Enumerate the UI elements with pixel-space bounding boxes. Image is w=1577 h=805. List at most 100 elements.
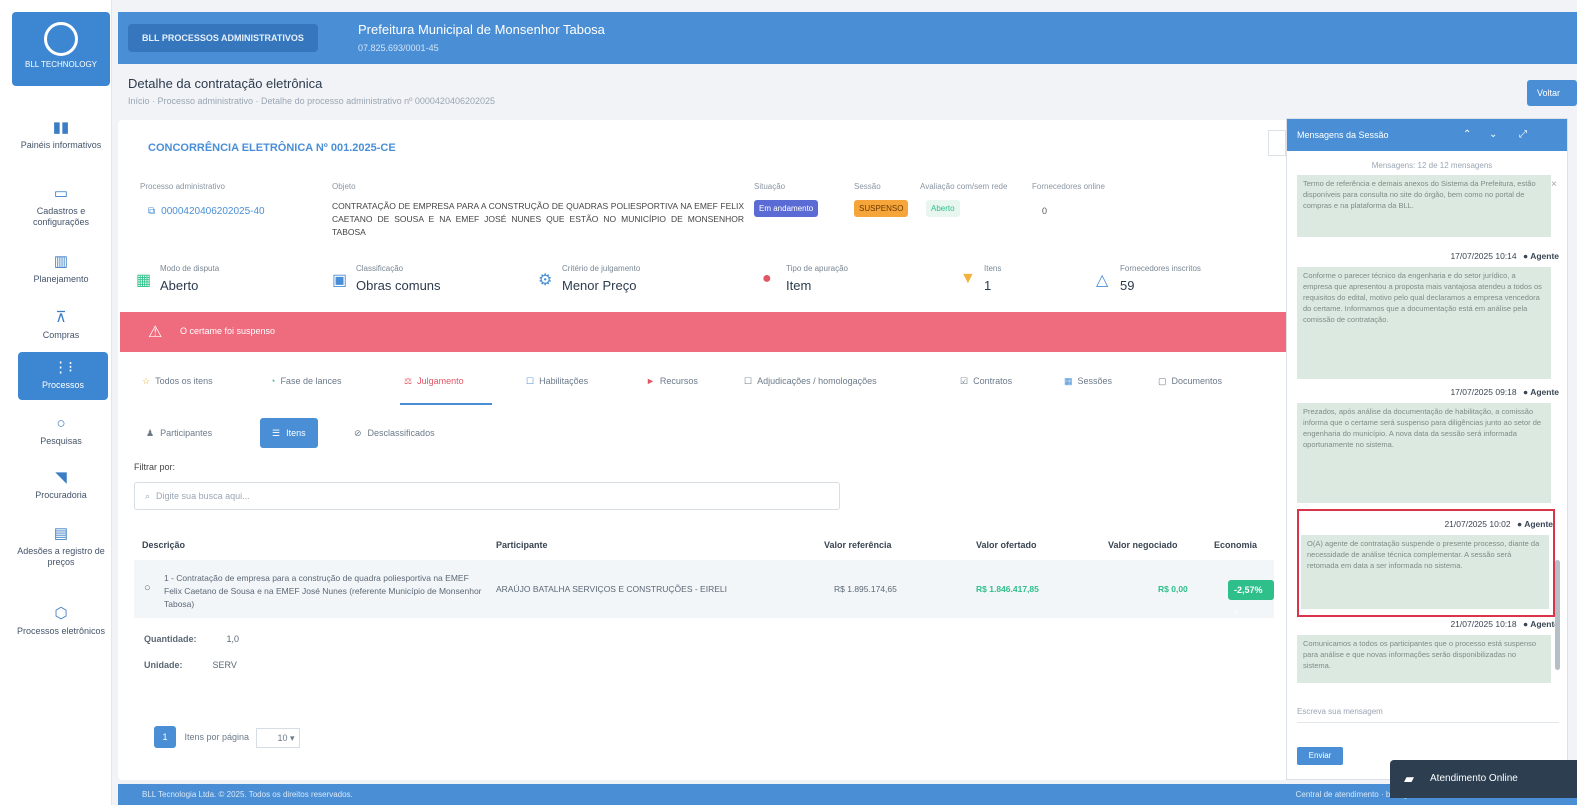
quantidade-label: Quantidade: <box>144 634 197 644</box>
chat-message-time: 17/07/2025 10:14 <box>1450 251 1517 261</box>
chat-message-input[interactable]: Escreva sua mensagem <box>1297 701 1559 723</box>
sidebar-item-processos[interactable]: ⋮⁝ Processos <box>18 352 108 400</box>
tab-label: Contratos <box>973 376 1013 386</box>
calendar-icon: ▦ <box>1064 376 1073 386</box>
process-link[interactable]: ⧉ 0000420406202025-40 <box>148 206 265 217</box>
ban-icon: ⊘ <box>354 428 362 438</box>
chat-message-author: ● Agente <box>1523 251 1559 261</box>
document-icon: ▤ <box>53 525 69 542</box>
building-icon: ▦ <box>136 272 152 289</box>
breadcrumb[interactable]: Início · Processo administrativo · Detal… <box>128 96 495 106</box>
tab-habilitacoes[interactable]: ☐ Habilitações <box>526 376 588 387</box>
subtab-participantes[interactable]: ♟ Participantes <box>146 418 212 448</box>
sidebar-item-label: Processos <box>41 379 85 390</box>
radio-icon[interactable]: ○ <box>144 582 151 594</box>
minimize-icon[interactable]: ⌃ <box>1463 119 1471 151</box>
filter-label: Filtrar por: <box>134 462 176 472</box>
flag-icon: ► <box>646 376 655 386</box>
sidebar-item-paineis[interactable]: ▮▮ Painéis informativos <box>14 118 108 151</box>
stat-label: Critério de julgamento <box>562 264 641 273</box>
subtab-desclassificados[interactable]: ⊘ Desclassificados <box>354 418 435 448</box>
stat-value: Menor Preço <box>562 278 637 293</box>
chat-message-header: 21/07/2025 10:18 ● Agente <box>1297 619 1559 629</box>
list-icon: ☰ <box>272 428 281 438</box>
page-button[interactable]: 1 <box>154 726 176 748</box>
col-valor-referencia[interactable]: Valor referência <box>824 540 892 550</box>
gavel-icon: ⚙ <box>538 272 553 289</box>
sidebar-item-label: Compras <box>42 329 80 340</box>
col-participante[interactable]: Participante <box>496 540 548 550</box>
tab-label: Adjudicações / homologações <box>757 376 877 386</box>
calendar-icon: ▥ <box>53 253 69 270</box>
clock-icon: ◔ <box>270 376 276 386</box>
tab-recursos[interactable]: ► Recursos <box>646 376 698 386</box>
col-economia[interactable]: Economia <box>1214 540 1257 550</box>
tab-documentos[interactable]: ▢ Documentos <box>1158 376 1222 387</box>
chevron-down-icon[interactable]: ⌄ <box>1489 119 1497 151</box>
tab-adjudicacoes[interactable]: ☐ Adjudicações / homologações <box>744 376 877 387</box>
cell-valor-ofertado: R$ 1.846.417,85 <box>976 584 1039 594</box>
cell-valor-referencia: R$ 1.895.174,65 <box>834 584 897 594</box>
cell-valor-negociado: R$ 0,00 <box>1158 584 1188 594</box>
objeto-text: CONTRATAÇÃO DE EMPRESA PARA A CONSTRUÇÃO… <box>332 201 744 237</box>
expand-icon[interactable]: ⤢ <box>1519 119 1527 151</box>
send-button[interactable]: Enviar <box>1297 747 1343 765</box>
search-icon: ○ <box>56 415 66 432</box>
search-placeholder: Digite sua busca aqui... <box>156 491 250 501</box>
sidebar-item-label: Painéis informativos <box>20 139 102 150</box>
col-descricao[interactable]: Descrição <box>142 540 185 550</box>
star-icon: ☆ <box>142 376 151 386</box>
col-valor-negociado[interactable]: Valor negociado <box>1108 540 1178 550</box>
sidebar-item-procuradoria[interactable]: ◥ Procuradoria <box>14 468 108 501</box>
basket-icon: ▼ <box>960 270 976 287</box>
sidebar-item-eletronicos[interactable]: ⬡ Processos eletrônicos <box>14 604 108 637</box>
fornecedores-online-value: 0 <box>1042 206 1048 216</box>
tag-icon: ● <box>762 270 772 287</box>
stat-label: Classificação <box>356 264 404 273</box>
sidebar-item-pesquisas[interactable]: ○ Pesquisas <box>14 414 108 447</box>
sidebar-item-planejamento[interactable]: ▥ Planejamento <box>14 252 108 285</box>
col-valor-ofertado[interactable]: Valor ofertado <box>976 540 1037 550</box>
tab-contratos[interactable]: ☑ Contratos <box>960 376 1012 387</box>
table-row[interactable]: ○ 1 - Contratação de empresa para a cons… <box>134 560 1274 618</box>
file-icon: ▢ <box>1158 376 1167 386</box>
cart-icon: ⊼ <box>55 309 67 326</box>
contract-title: CONCORRÊNCIA ELETRÔNICA Nº 001.2025-CE <box>148 142 396 154</box>
search-input[interactable]: ⌕ Digite sua busca aqui... <box>134 482 840 510</box>
situacao-label: Situação <box>754 182 786 191</box>
module-pill[interactable]: BLL PROCESSOS ADMINISTRATIVOS <box>128 24 318 52</box>
per-page-value: 10 <box>277 732 288 743</box>
warning-icon: ⚠ <box>148 324 163 341</box>
fornecedores-online-label: Fornecedores online <box>1032 182 1105 191</box>
search-icon: ⌕ <box>145 491 151 501</box>
footer: BLL Tecnologia Ltda. © 2025. Todos os di… <box>118 784 1577 805</box>
subtab-itens[interactable]: ☰ Itens <box>260 418 318 448</box>
per-page-select[interactable]: 10 ▾ <box>255 727 300 748</box>
shield-icon: ⬡ <box>54 605 68 622</box>
online-support-button[interactable]: ▰ Atendimento Online <box>1390 760 1577 798</box>
collapse-chat-tab[interactable] <box>1268 130 1286 156</box>
chat-message: Prezados, após análise da documentação d… <box>1297 403 1551 503</box>
brand-logo[interactable]: BLL TECHNOLOGY <box>12 12 110 86</box>
topbar: BLL PROCESSOS ADMINISTRATIVOS Prefeitura… <box>118 12 1577 64</box>
back-button[interactable]: Voltar <box>1527 80 1577 106</box>
tab-sessoes[interactable]: ▦ Sessões <box>1064 376 1112 387</box>
objeto-label: Objeto <box>332 182 356 191</box>
close-icon[interactable]: × <box>1551 179 1557 190</box>
sidebar-item-cadastros[interactable]: ▭ Cadastros e configurações <box>14 184 108 229</box>
stat-value: Obras comuns <box>356 278 441 293</box>
tab-label: Julgamento <box>417 376 464 386</box>
quantidade: Quantidade: 1,0 <box>144 634 239 644</box>
tab-todos-itens[interactable]: ☆ Todos os itens <box>142 376 213 387</box>
pagination: 1 Itens por página 10 ▾ <box>154 726 300 748</box>
sidebar-item-adesoes[interactable]: ▤ Adesões a registro de preços <box>14 524 108 569</box>
tab-julgamento[interactable]: ⚖ Julgamento <box>404 376 464 387</box>
process-value: 0000420406202025-40 <box>161 206 265 217</box>
sidebar-item-compras[interactable]: ⊼ Compras <box>14 308 108 341</box>
tab-fase-lances[interactable]: ◔ Fase de lances <box>270 376 341 386</box>
tab-label: Fase de lances <box>280 376 342 386</box>
copy-icon[interactable]: ⧉ <box>148 206 155 217</box>
sidebar-item-label: Pesquisas <box>40 435 82 446</box>
sidebar: BLL TECHNOLOGY ▮▮ Painéis informativos ▭ C… <box>0 0 112 805</box>
chat-scrollbar[interactable] <box>1555 560 1560 670</box>
